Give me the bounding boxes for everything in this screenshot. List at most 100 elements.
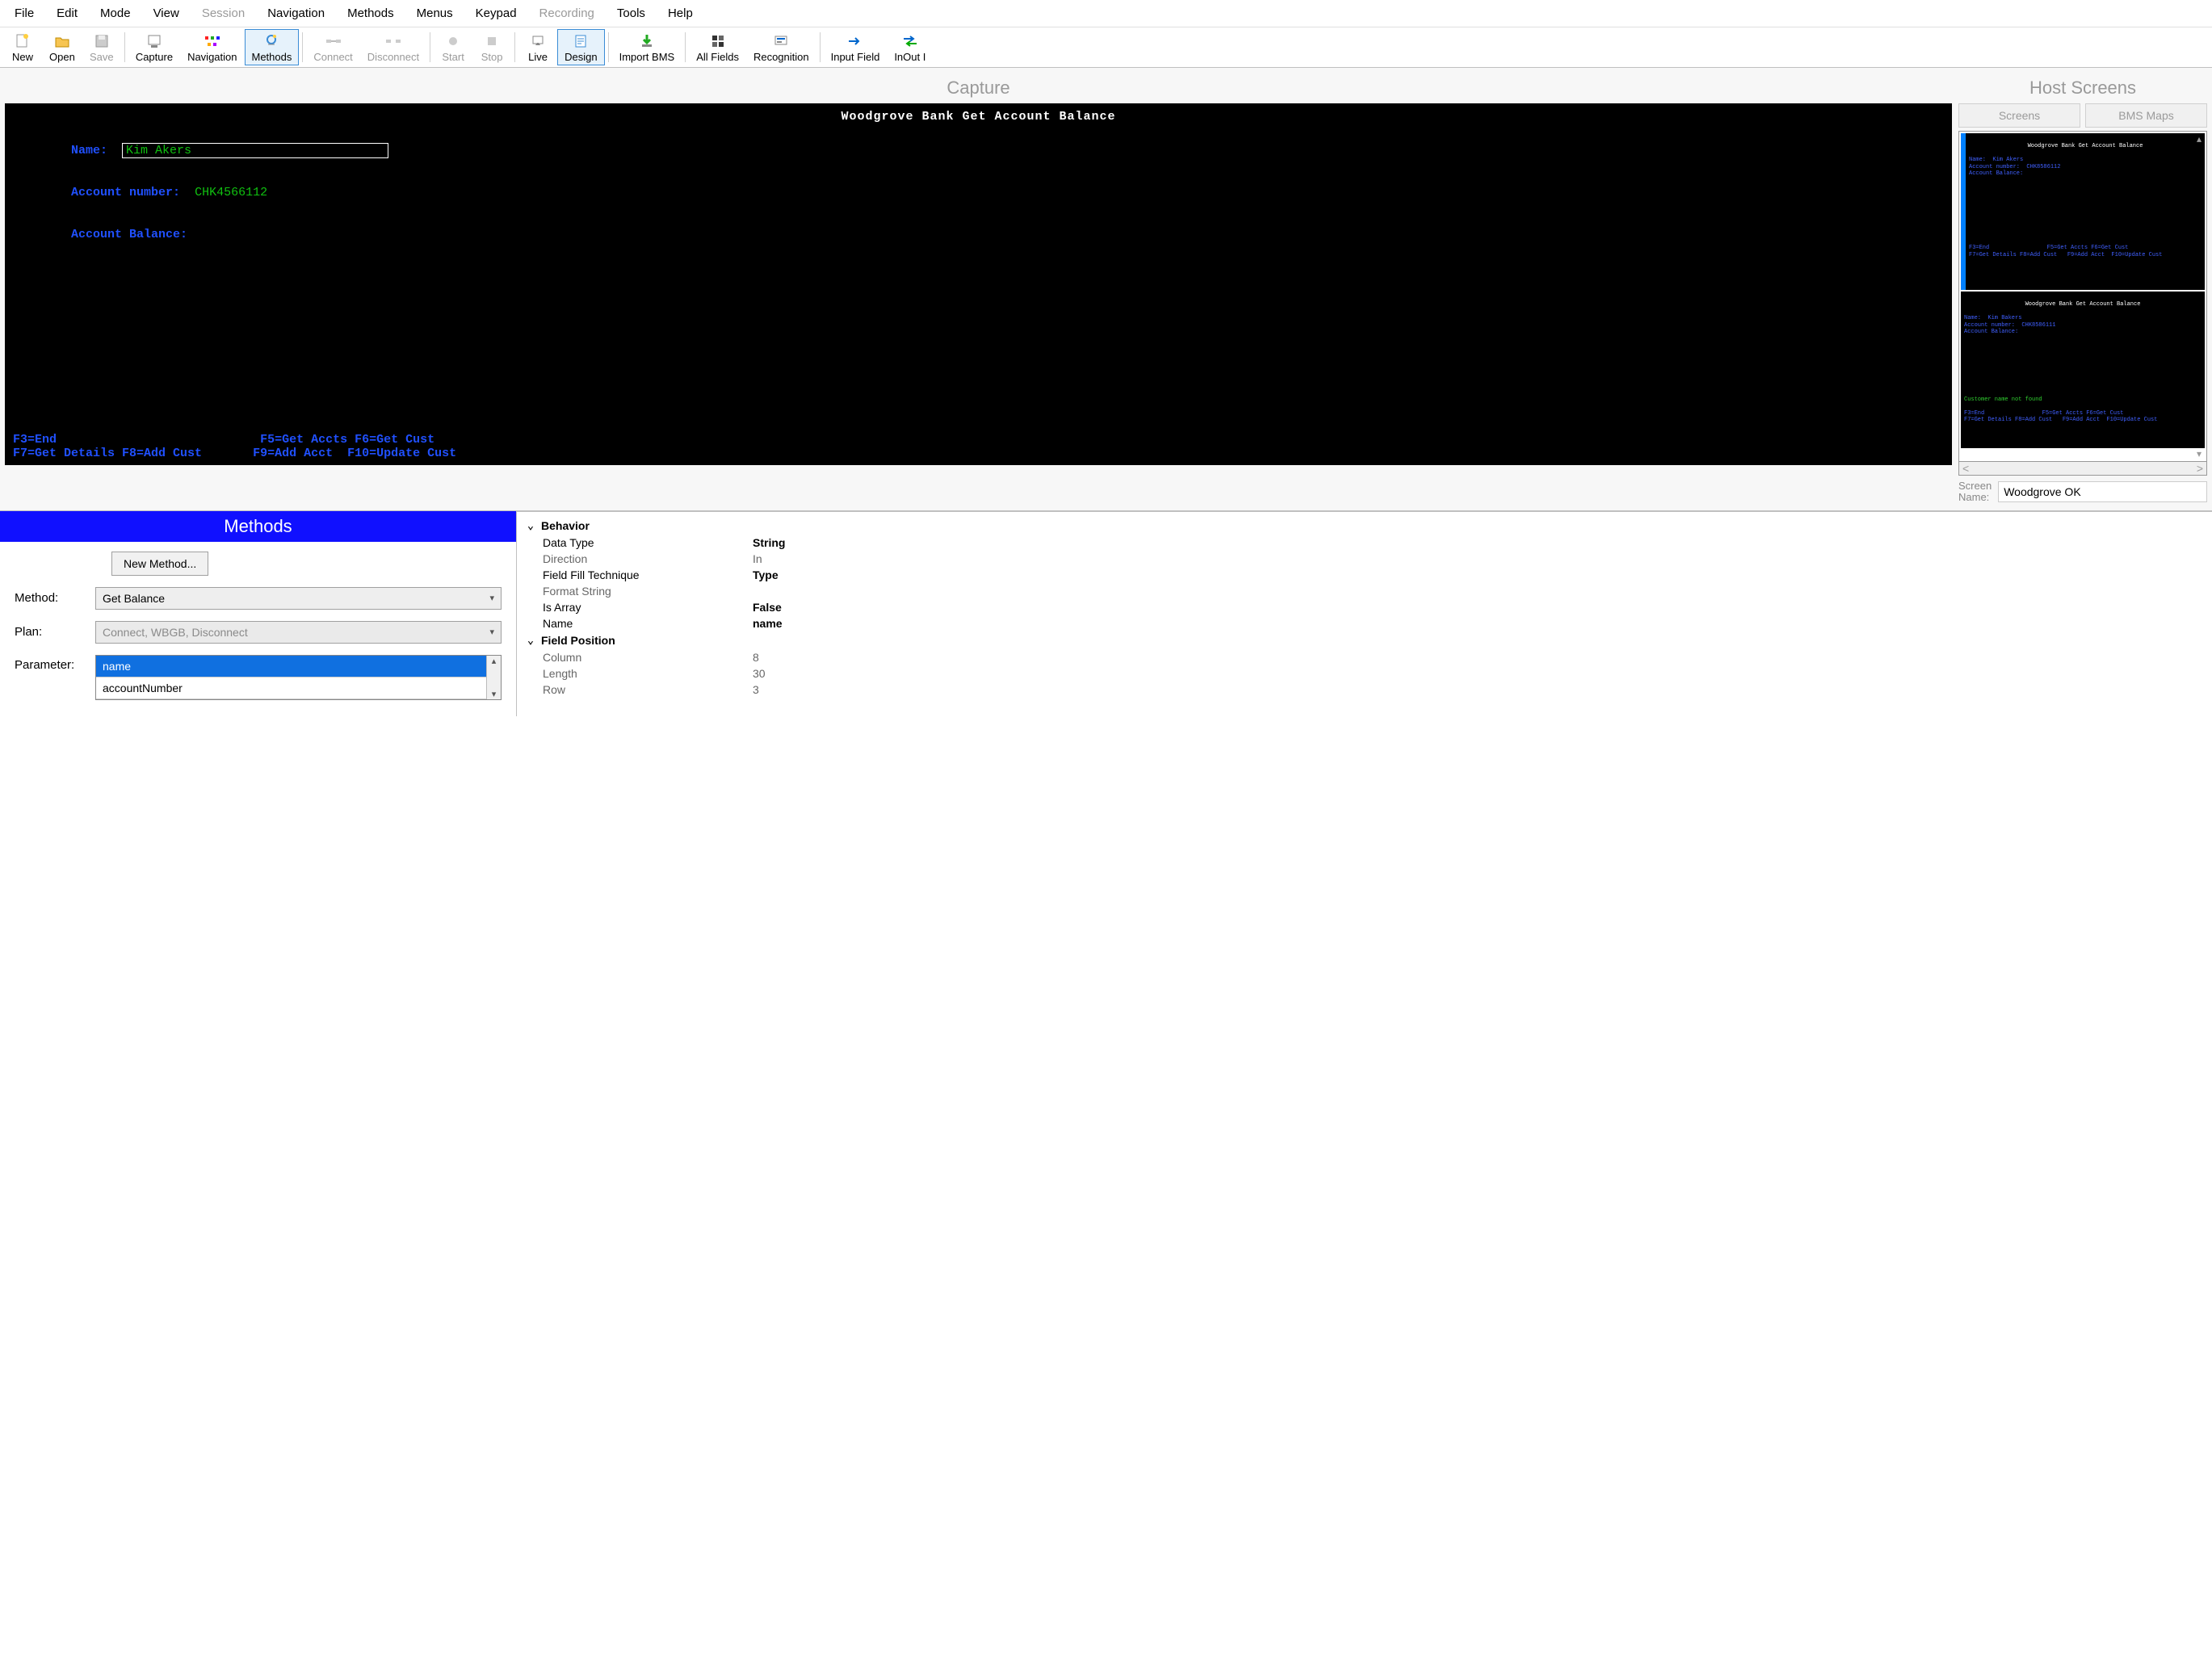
prop-value[interactable]: 3 — [753, 683, 2204, 696]
menu-recording: Recording — [530, 3, 604, 23]
toolbar-input-field[interactable]: Input Field — [824, 29, 888, 65]
prop-name: Field Fill Technique — [543, 568, 753, 581]
toolbar-inout[interactable]: InOut I — [887, 29, 933, 65]
menu-menus[interactable]: Menus — [407, 3, 463, 23]
toolbar-all-fields[interactable]: All Fields — [689, 29, 746, 65]
toolbar-design[interactable]: Design — [557, 29, 604, 65]
host-screens-title: Host Screens — [1958, 71, 2207, 103]
method-combo[interactable]: Get Balance ▾ — [95, 587, 502, 610]
toolbar-navigation[interactable]: Navigation — [180, 29, 244, 65]
parameter-list: name accountNumber ▴ ▾ — [95, 655, 502, 700]
capture-panel: Capture Woodgrove Bank Get Account Balan… — [5, 71, 1952, 504]
menu-tools[interactable]: Tools — [607, 3, 655, 23]
record-start-icon — [443, 33, 463, 49]
toolbar-separator — [124, 32, 125, 62]
new-file-icon — [13, 33, 32, 49]
design-icon — [571, 33, 590, 49]
prop-value[interactable]: name — [753, 617, 2204, 630]
toolbar-open[interactable]: Open — [42, 29, 82, 65]
parameter-scrollbar[interactable]: ▴ ▾ — [486, 656, 501, 699]
scroll-up-icon[interactable]: ▴ — [492, 656, 497, 666]
prop-value[interactable]: 8 — [753, 651, 2204, 664]
prop-value[interactable]: In — [753, 552, 2204, 565]
capture-panel-title: Capture — [5, 71, 1952, 103]
prop-group-behavior-label: Behavior — [541, 519, 590, 532]
screen-name-input[interactable] — [1998, 481, 2207, 502]
scroll-left-icon[interactable]: < — [1962, 462, 1969, 475]
toolbar-separator — [608, 32, 609, 62]
prop-name: Name — [543, 617, 753, 630]
screen-name-label: Screen Name: — [1958, 480, 1992, 504]
menu-navigation[interactable]: Navigation — [258, 3, 334, 23]
prop-value[interactable]: String — [753, 536, 2204, 549]
toolbar-stop: Stop — [472, 29, 511, 65]
parameter-label: Parameter: — [15, 655, 87, 672]
terminal-footer: F3=End F5=Get Accts F6=Get Cust F7=Get D… — [13, 433, 1944, 461]
prop-name: Data Type — [543, 536, 753, 549]
prop-name: Row — [543, 683, 753, 696]
toolbar-all-fields-label: All Fields — [696, 51, 739, 63]
parameter-item-name[interactable]: name — [96, 656, 486, 677]
prop-value[interactable]: False — [753, 601, 2204, 614]
fkey-f9: F9=Add Acct — [253, 447, 333, 460]
prop-value[interactable] — [753, 585, 2204, 598]
menu-help[interactable]: Help — [658, 3, 703, 23]
menu-view[interactable]: View — [144, 3, 189, 23]
scroll-down-icon[interactable]: ▾ — [2193, 448, 2205, 459]
terminal-acct-value: CHK4566112 — [195, 186, 267, 199]
prop-value[interactable]: Type — [753, 568, 2204, 581]
toolbar-separator — [820, 32, 821, 62]
toolbar-capture-label: Capture — [136, 51, 173, 63]
open-folder-icon — [52, 33, 72, 49]
menu-methods[interactable]: Methods — [338, 3, 404, 23]
menu-mode[interactable]: Mode — [90, 3, 141, 23]
properties-panel: ⌄ Behavior Data TypeString DirectionIn F… — [517, 511, 2212, 716]
fkey-f10: F10=Update Cust — [347, 447, 456, 460]
toolbar-capture[interactable]: Capture — [128, 29, 180, 65]
menu-edit[interactable]: Edit — [47, 3, 87, 23]
prop-group-behavior[interactable]: ⌄ Behavior — [525, 517, 2204, 535]
recognition-icon — [771, 33, 791, 49]
save-icon — [92, 33, 111, 49]
capture-icon — [145, 33, 164, 49]
methods-icon — [262, 33, 281, 49]
host-screen-thumb[interactable]: Woodgrove Bank Get Account Balance Name:… — [1961, 292, 2205, 448]
tab-bms-maps[interactable]: BMS Maps — [2085, 103, 2207, 128]
toolbar-start: Start — [434, 29, 472, 65]
fkey-f6: F6=Get Cust — [355, 433, 434, 447]
toolbar-new[interactable]: New — [3, 29, 42, 65]
scroll-right-icon[interactable]: > — [2197, 462, 2203, 475]
host-list-scrollbar[interactable]: ▴ ▾ — [2193, 133, 2205, 459]
terminal-screen[interactable]: Woodgrove Bank Get Account Balance Name:… — [5, 103, 1952, 465]
toolbar-disconnect-label: Disconnect — [367, 51, 419, 63]
host-screen-thumb[interactable]: Woodgrove Bank Get Account Balance Name:… — [1961, 133, 2205, 290]
new-method-button[interactable]: New Method... — [111, 552, 208, 576]
toolbar-recognition[interactable]: Recognition — [746, 29, 816, 65]
terminal-name-field[interactable]: Kim Akers — [122, 143, 388, 158]
expand-icon[interactable]: ⌄ — [525, 519, 536, 532]
host-list-hscroll[interactable]: < > — [1958, 462, 2207, 476]
toolbar-import-bms[interactable]: Import BMS — [612, 29, 682, 65]
toolbar-live-label: Live — [528, 51, 548, 63]
toolbar-inout-label: InOut I — [894, 51, 926, 63]
prop-group-field-position[interactable]: ⌄ Field Position — [525, 631, 2204, 649]
menu-file[interactable]: File — [5, 3, 44, 23]
live-icon — [528, 33, 548, 49]
toolbar-stop-label: Stop — [481, 51, 503, 63]
scroll-up-icon[interactable]: ▴ — [2193, 133, 2205, 145]
prop-value[interactable]: 30 — [753, 667, 2204, 680]
prop-group-field-position-label: Field Position — [541, 634, 615, 647]
scroll-down-icon[interactable]: ▾ — [492, 689, 497, 699]
method-label: Method: — [15, 591, 87, 605]
expand-icon[interactable]: ⌄ — [525, 634, 536, 647]
prop-name: Length — [543, 667, 753, 680]
toolbar-methods[interactable]: Methods — [245, 29, 300, 65]
parameter-item-accountnumber[interactable]: accountNumber — [96, 677, 486, 699]
menu-keypad[interactable]: Keypad — [466, 3, 527, 23]
record-stop-icon — [482, 33, 502, 49]
chevron-down-icon: ▾ — [489, 627, 494, 637]
tab-screens[interactable]: Screens — [1958, 103, 2080, 128]
toolbar-methods-label: Methods — [252, 51, 292, 63]
all-fields-icon — [708, 33, 728, 49]
toolbar-live[interactable]: Live — [518, 29, 557, 65]
